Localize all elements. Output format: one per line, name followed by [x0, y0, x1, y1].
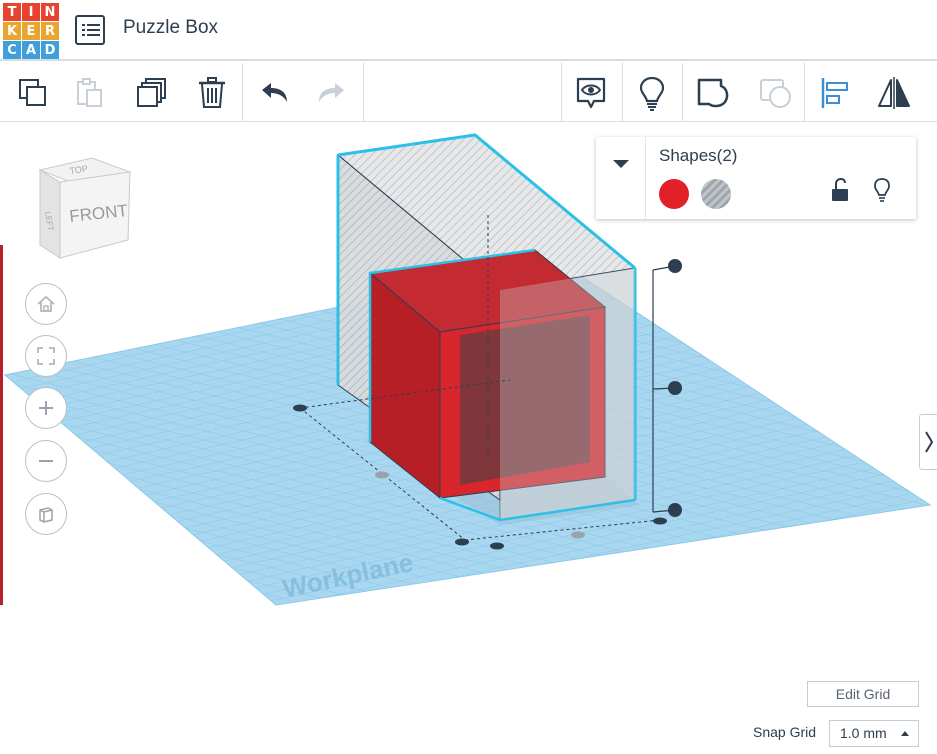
- home-icon: [37, 295, 55, 312]
- align-button[interactable]: [814, 63, 854, 122]
- perspective-button[interactable]: [25, 493, 67, 535]
- solid-color-swatch[interactable]: [659, 179, 689, 209]
- mirror-icon: [878, 76, 910, 109]
- delete-button[interactable]: [192, 63, 232, 122]
- undo-icon: [262, 82, 287, 102]
- duplicate-button[interactable]: [132, 63, 172, 122]
- group-icon: [697, 78, 729, 107]
- logo-letter: N: [41, 3, 59, 21]
- home-view-button[interactable]: [25, 283, 67, 325]
- show-all-button[interactable]: [632, 63, 672, 122]
- snap-grid-value: 1.0 mm: [840, 725, 887, 741]
- corner-handle[interactable]: [455, 538, 469, 546]
- lock-icon[interactable]: [830, 178, 850, 202]
- lightbulb-icon: [639, 76, 665, 111]
- inspector-collapse-button[interactable]: [596, 137, 646, 219]
- logo-letter: I: [22, 3, 40, 21]
- ungroup-button[interactable]: [754, 63, 796, 122]
- corner-handle[interactable]: [490, 542, 504, 550]
- fit-icon: [37, 347, 55, 365]
- corner-handle[interactable]: [293, 404, 307, 412]
- logo-letter: R: [41, 22, 59, 40]
- edge-handle[interactable]: [571, 531, 585, 539]
- caret-up-icon: [901, 731, 909, 736]
- notes-button[interactable]: [570, 63, 612, 122]
- tinkercad-logo[interactable]: TIN KER CAD: [3, 3, 59, 59]
- inspector-panel: Shapes(2): [596, 137, 916, 219]
- edit-grid-button[interactable]: Edit Grid: [807, 681, 919, 707]
- redo-button[interactable]: [313, 63, 351, 122]
- toolbar: [0, 63, 937, 122]
- snap-grid-select[interactable]: 1.0 mm: [829, 720, 919, 747]
- delete-icon: [199, 76, 225, 108]
- edge-handle[interactable]: [375, 471, 389, 479]
- logo-letter: C: [3, 41, 21, 59]
- ungroup-icon: [760, 78, 791, 108]
- zoom-out-icon: [39, 460, 53, 462]
- snap-grid-label: Snap Grid: [753, 724, 817, 740]
- view-cube[interactable]: TOP LEFT FRONT: [38, 157, 132, 259]
- paste-icon: [77, 77, 102, 107]
- duplicate-icon: [137, 77, 166, 107]
- copy-icon: [19, 78, 46, 106]
- design-menu-button[interactable]: [75, 15, 105, 45]
- corner-handle[interactable]: [653, 517, 667, 525]
- zoom-out-button[interactable]: [25, 440, 67, 482]
- logo-letter: T: [3, 3, 21, 21]
- copy-button[interactable]: [13, 63, 53, 122]
- mirror-button[interactable]: [872, 63, 916, 122]
- logo-letter: D: [41, 41, 59, 59]
- logo-letter: E: [22, 22, 40, 40]
- logo-letter: K: [3, 22, 21, 40]
- paste-button[interactable]: [70, 63, 110, 122]
- lightbulb-icon[interactable]: [873, 177, 891, 203]
- app-header: TIN KER CAD Puzzle Box: [0, 0, 937, 61]
- inspector-title: Shapes(2): [659, 146, 738, 165]
- height-handle[interactable]: [668, 259, 682, 273]
- fit-view-button[interactable]: [25, 335, 67, 377]
- undo-button[interactable]: [255, 63, 293, 122]
- zoom-in-button[interactable]: [25, 387, 67, 429]
- perspective-icon: [39, 507, 53, 523]
- side-panel-toggle[interactable]: [919, 414, 937, 470]
- height-handle-mid[interactable]: [668, 381, 682, 395]
- redo-icon: [319, 82, 344, 102]
- align-icon: [821, 77, 848, 108]
- group-button[interactable]: [692, 63, 734, 122]
- zoom-in-icon: [39, 401, 53, 415]
- chevron-right-icon: [924, 431, 933, 453]
- logo-letter: A: [22, 41, 40, 59]
- height-handle-bottom[interactable]: [668, 503, 682, 517]
- left-panel-edge: [0, 245, 3, 605]
- tinkercad-editor: TIN KER CAD Puzzle Box Workplane TOP LEFT …: [0, 0, 937, 754]
- chevron-down-icon: [613, 160, 629, 168]
- notes-icon: [576, 77, 606, 108]
- hole-swatch[interactable]: [701, 179, 731, 209]
- design-title[interactable]: Puzzle Box: [123, 17, 218, 39]
